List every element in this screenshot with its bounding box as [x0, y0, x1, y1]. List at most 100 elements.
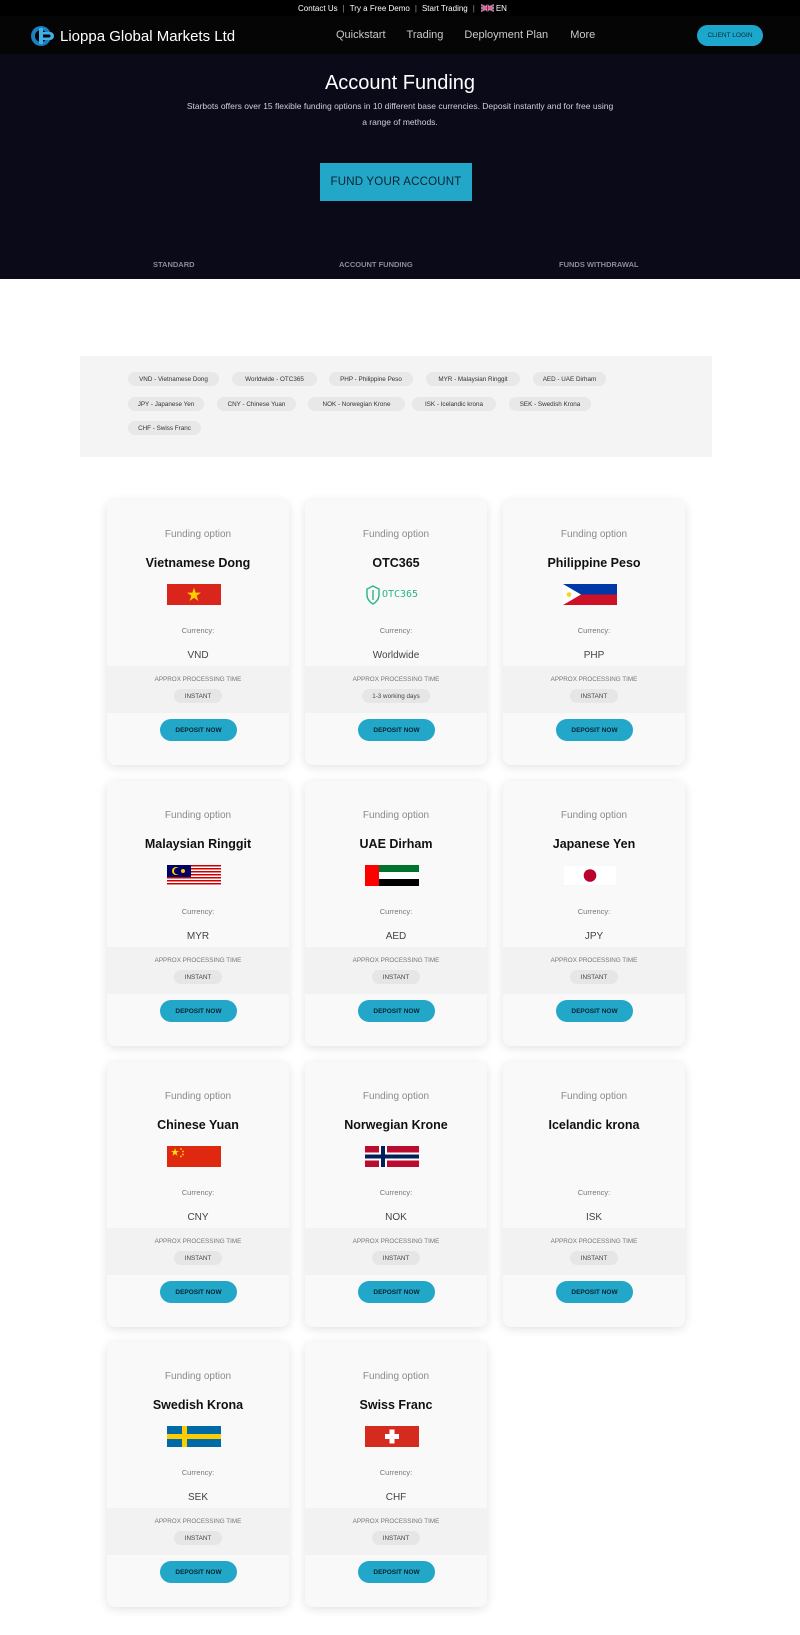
currency-value: VND [187, 650, 209, 661]
uk-flag-icon [480, 4, 494, 12]
funding-option-name: Malaysian Ringgit [144, 837, 252, 851]
shield-icon [366, 584, 380, 605]
processing-time-label: APPROX PROCESSING TIME [154, 957, 242, 964]
funding-card-chf: Funding option Swiss Franc Currency: CHF… [305, 1342, 487, 1607]
funding-option-name: OTC365 [372, 556, 420, 570]
processing-time-label: APPROX PROCESSING TIME [352, 676, 440, 683]
processing-time-badge: INSTANT [570, 970, 618, 984]
currency-label: Currency: [379, 907, 413, 916]
currency-filter-panel: VND - Vietnamese Dong Worldwide - OTC365… [80, 356, 712, 457]
funding-option-name: UAE Dirham [359, 837, 433, 851]
japan-flag-icon [563, 865, 617, 886]
uae-flag-icon [365, 865, 419, 886]
malaysia-flag-icon [167, 865, 221, 886]
fund-account-button[interactable]: FUND YOUR ACCOUNT [320, 163, 472, 201]
funding-option-label: Funding option [164, 1091, 232, 1102]
processing-time-badge: INSTANT [570, 689, 618, 703]
filter-chip[interactable]: CHF - Swiss Franc [128, 421, 201, 435]
deposit-now-button[interactable]: DEPOSIT NOW [556, 1281, 633, 1303]
currency-value: PHP [583, 650, 605, 661]
currency-label: Currency: [379, 626, 413, 635]
filter-chip[interactable]: PHP - Philippine Peso [329, 372, 413, 386]
logo-text: Lioppa Global Markets Ltd [60, 27, 236, 45]
currency-label: Currency: [577, 1188, 611, 1197]
funding-card-jpy: Funding option Japanese Yen Currency: JP… [503, 781, 685, 1046]
filter-chip[interactable]: ISK - Icelandic krona [412, 397, 496, 411]
processing-time-badge: INSTANT [372, 1251, 420, 1265]
hero-description: Starbots offers over 15 flexible funding… [186, 101, 614, 127]
currency-label: Currency: [181, 1468, 215, 1477]
funding-option-name: Norwegian Krone [344, 1118, 448, 1132]
funding-option-label: Funding option [164, 1371, 232, 1382]
tab-account-funding[interactable]: ACCOUNT FUNDING [339, 260, 413, 269]
deposit-now-button[interactable]: DEPOSIT NOW [160, 1000, 237, 1022]
tab-standard[interactable]: STANDARD [153, 260, 195, 269]
processing-time-label: APPROX PROCESSING TIME [154, 676, 242, 683]
deposit-now-button[interactable]: DEPOSIT NOW [358, 1561, 435, 1583]
processing-time-label: APPROX PROCESSING TIME [352, 1518, 440, 1525]
funding-option-label: Funding option [362, 1371, 430, 1382]
menu-item-quickstart[interactable]: Quickstart [336, 29, 386, 41]
free-demo-link[interactable]: Try a Free Demo [345, 4, 415, 13]
menu-item-deployment-plan[interactable]: Deployment Plan [464, 29, 548, 41]
funding-card-nok: Funding option Norwegian Krone Currency:… [305, 1062, 487, 1327]
currency-value: CHF [385, 1492, 407, 1503]
hero-section: Account Funding Starbots offers over 15 … [0, 54, 800, 279]
funding-card-myr: Funding option Malaysian Ringgit Currenc… [107, 781, 289, 1046]
currency-value: JPY [584, 931, 604, 942]
funding-option-label: Funding option [164, 529, 232, 540]
funding-option-name: Swiss Franc [359, 1398, 433, 1412]
filter-chip[interactable]: JPY - Japanese Yen [128, 397, 204, 411]
tab-funds-withdrawal[interactable]: FUNDS WITHDRAWAL [559, 260, 639, 269]
processing-time-badge: INSTANT [372, 1531, 420, 1545]
deposit-now-button[interactable]: DEPOSIT NOW [358, 1281, 435, 1303]
currency-value: CNY [187, 1212, 209, 1223]
processing-time-badge: INSTANT [174, 1531, 222, 1545]
deposit-now-button[interactable]: DEPOSIT NOW [160, 1561, 237, 1583]
currency-value: AED [385, 931, 407, 942]
deposit-now-button[interactable]: DEPOSIT NOW [556, 1000, 633, 1022]
menu-item-trading[interactable]: Trading [407, 29, 444, 41]
language-selector[interactable]: EN [475, 4, 507, 13]
processing-time-badge: INSTANT [174, 689, 222, 703]
china-flag-icon [167, 1146, 221, 1167]
currency-label: Currency: [181, 1188, 215, 1197]
funding-option-label: Funding option [362, 1091, 430, 1102]
processing-time-badge: INSTANT [372, 970, 420, 984]
filter-chip[interactable]: Worldwide - OTC365 [232, 372, 317, 386]
norway-flag-icon [365, 1146, 419, 1167]
funding-option-name: Philippine Peso [547, 556, 641, 570]
philippines-flag-icon [563, 584, 617, 605]
switzerland-flag-icon [365, 1426, 419, 1447]
processing-time-label: APPROX PROCESSING TIME [352, 1238, 440, 1245]
funding-option-name: Vietnamese Dong [145, 556, 251, 570]
currency-label: Currency: [379, 1188, 413, 1197]
filter-chip[interactable]: MYR - Malaysian Ringgit [426, 372, 520, 386]
filter-chip[interactable]: VND - Vietnamese Dong [128, 372, 219, 386]
filter-chip[interactable]: NOK - Norwegian Krone [308, 397, 405, 411]
processing-time-label: APPROX PROCESSING TIME [154, 1238, 242, 1245]
currency-value: NOK [385, 1212, 407, 1223]
menu-item-more[interactable]: More [570, 29, 595, 41]
contact-us-link[interactable]: Contact Us [293, 4, 343, 13]
client-login-button[interactable]: CLIENT LOGIN [697, 25, 763, 46]
deposit-now-button[interactable]: DEPOSIT NOW [556, 719, 633, 741]
processing-time-label: APPROX PROCESSING TIME [352, 957, 440, 964]
filter-chip[interactable]: SEK - Swedish Krona [509, 397, 591, 411]
currency-label: Currency: [379, 1468, 413, 1477]
deposit-now-button[interactable]: DEPOSIT NOW [160, 1281, 237, 1303]
main-navbar: Lioppa Global Markets Ltd Quickstart Tra… [0, 16, 800, 54]
processing-time-badge: INSTANT [174, 970, 222, 984]
deposit-now-button[interactable]: DEPOSIT NOW [358, 1000, 435, 1022]
language-label: EN [495, 3, 507, 13]
filter-chip[interactable]: AED - UAE Dirham [533, 372, 606, 386]
deposit-now-button[interactable]: DEPOSIT NOW [160, 719, 237, 741]
filter-chip[interactable]: CNY - Chinese Yuan [217, 397, 296, 411]
processing-time-label: APPROX PROCESSING TIME [154, 1518, 242, 1525]
deposit-now-button[interactable]: DEPOSIT NOW [358, 719, 435, 741]
start-trading-link[interactable]: Start Trading [417, 4, 473, 13]
logo-mark-icon [31, 26, 54, 46]
funding-option-label: Funding option [362, 529, 430, 540]
site-logo[interactable]: Lioppa Global Markets Ltd [30, 25, 235, 47]
funding-card-vnd: Funding option Vietnamese Dong Currency:… [107, 500, 289, 765]
